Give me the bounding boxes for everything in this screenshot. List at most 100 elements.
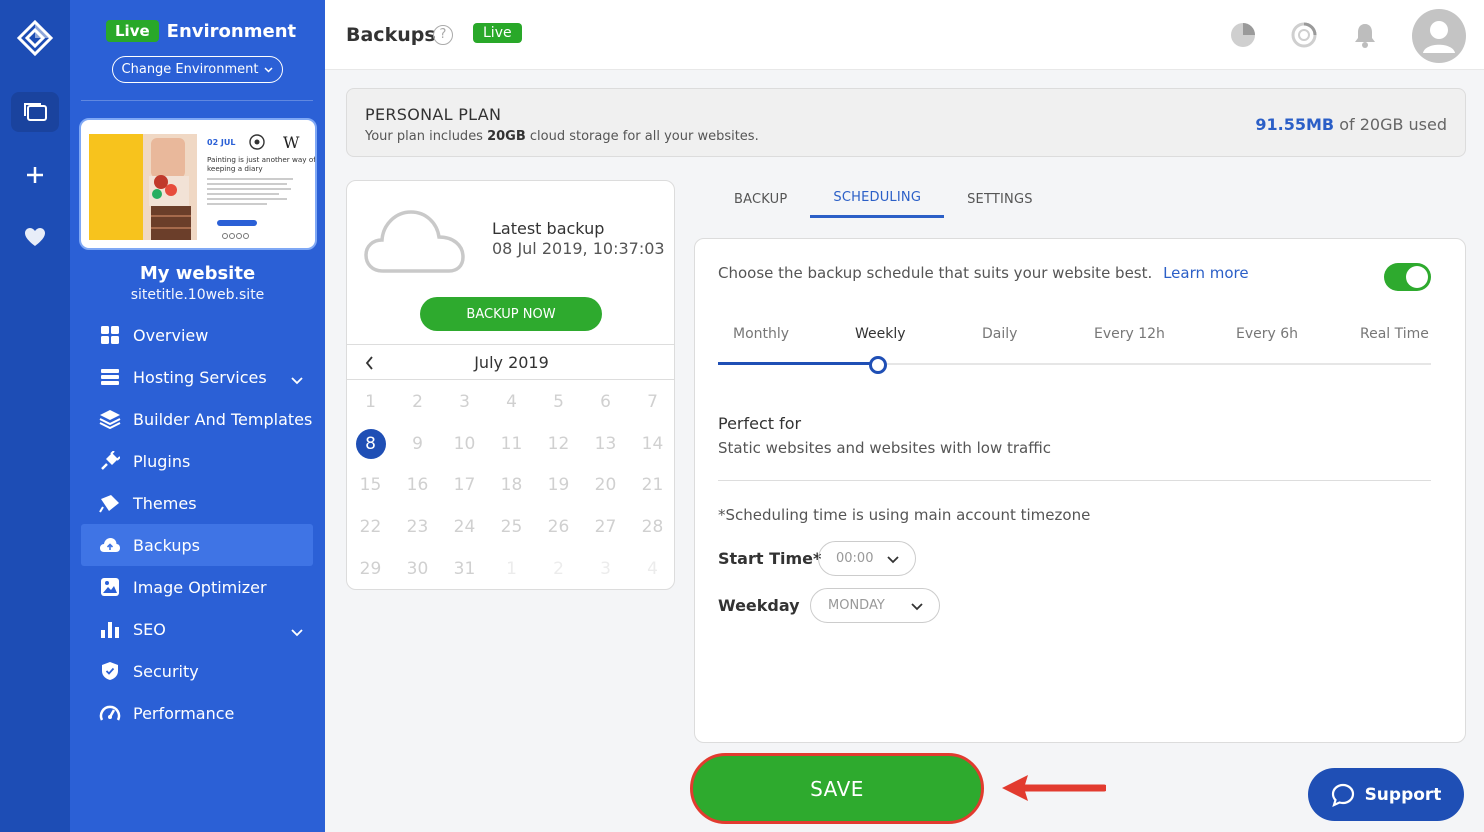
add-website-icon[interactable] (11, 155, 59, 195)
chevron-down-icon (291, 370, 303, 389)
storage-used: 91.55MB of 20GB used (1255, 115, 1447, 134)
annotation-arrow-icon (1002, 775, 1106, 801)
sidebar-item-backups[interactable]: Backups (81, 524, 313, 566)
sidebar-item-label: Overview (133, 325, 209, 345)
calendar-day[interactable]: 3 (441, 392, 488, 412)
sidebar-item-security[interactable]: Security (81, 650, 313, 692)
start-time-select[interactable]: 00:00 (818, 541, 916, 576)
calendar-day[interactable]: 25 (488, 517, 535, 537)
calendar-day[interactable]: 14 (629, 434, 674, 454)
frequency-daily[interactable]: Daily (982, 326, 1017, 342)
start-time-value: 00:00 (836, 551, 874, 566)
sidebar-item-hosting-services[interactable]: Hosting Services (81, 356, 313, 398)
support-button[interactable]: Support (1308, 768, 1464, 821)
sidebar-item-image-optimizer[interactable]: Image Optimizer (81, 566, 313, 608)
calendar-day[interactable]: 19 (535, 475, 582, 495)
scheduling-description-text: Choose the backup schedule that suits yo… (718, 264, 1153, 282)
plug-icon (99, 450, 121, 472)
chevron-down-icon (911, 600, 923, 615)
plan-title: PERSONAL PLAN (365, 105, 502, 124)
gauge-icon (99, 702, 121, 724)
change-environment-button[interactable]: Change Environment (112, 56, 283, 83)
calendar-day[interactable]: 21 (629, 475, 674, 495)
calendar-day[interactable]: 24 (441, 517, 488, 537)
calendar-day[interactable]: 17 (441, 475, 488, 495)
website-thumbnail[interactable]: 02 JUL W Painting is just another way of… (79, 118, 317, 250)
calendar-day[interactable]: 1 (347, 392, 394, 412)
calendar-day[interactable]: 6 (582, 392, 629, 412)
tab-scheduling[interactable]: SCHEDULING (810, 180, 945, 218)
page-title: Backups (346, 24, 436, 46)
sidebar-item-plugins[interactable]: Plugins (81, 440, 313, 482)
tab-settings[interactable]: SETTINGS (944, 180, 1056, 218)
calendar-day[interactable]: 20 (582, 475, 629, 495)
layers-icon (99, 408, 121, 430)
tab-backup[interactable]: BACKUP (711, 180, 810, 218)
calendar-day[interactable]: 5 (535, 392, 582, 412)
sidebar-item-label: Performance (133, 703, 235, 723)
calendar-day[interactable]: 15 (347, 475, 394, 495)
help-icon[interactable]: ? (433, 25, 453, 45)
backup-now-button[interactable]: BACKUP NOW (420, 297, 602, 331)
backup-calendar-card: Latest backup 08 Jul 2019, 10:37:03 BACK… (346, 180, 675, 590)
progress-spinner-icon[interactable] (1289, 20, 1319, 50)
app-rail (0, 0, 70, 832)
calendar-day[interactable]: 26 (535, 517, 582, 537)
calendar-day[interactable]: 13 (582, 434, 629, 454)
calendar-day[interactable]: 31 (441, 559, 488, 579)
calendar-header: July 2019 (347, 344, 674, 380)
top-bar: Backups ? Live (325, 0, 1484, 70)
calendar-day[interactable]: 12 (535, 434, 582, 454)
usage-pie-icon[interactable] (1228, 20, 1258, 50)
learn-more-link[interactable]: Learn more (1163, 264, 1249, 282)
calendar-day[interactable]: 27 (582, 517, 629, 537)
chevron-down-icon (887, 553, 899, 568)
frequency-real-time[interactable]: Real Time (1360, 326, 1429, 342)
favorites-heart-icon[interactable] (11, 217, 59, 257)
calendar-day[interactable]: 16 (394, 475, 441, 495)
sidebar-item-seo[interactable]: SEO (81, 608, 313, 650)
websites-icon[interactable] (11, 92, 59, 132)
calendar-day[interactable]: 2 (394, 392, 441, 412)
change-environment-label: Change Environment (121, 62, 259, 77)
scheduling-toggle[interactable] (1384, 263, 1431, 291)
sidebar-item-performance[interactable]: Performance (81, 692, 313, 734)
tenweb-logo-icon[interactable] (14, 18, 56, 60)
thumb-date: 02 JUL (207, 138, 236, 147)
calendar-day[interactable]: 29 (347, 559, 394, 579)
calendar-day[interactable]: 7 (629, 392, 674, 412)
calendar-day-selected[interactable]: 8 (347, 428, 394, 459)
calendar-day[interactable]: 22 (347, 517, 394, 537)
calendar-day[interactable]: 28 (629, 517, 674, 537)
shield-icon (99, 660, 121, 682)
thumb-headline-2: keeping a diary (207, 164, 263, 173)
storage-used-suffix: of 20GB used (1334, 115, 1447, 134)
save-button[interactable]: SAVE (690, 753, 984, 824)
notifications-bell-icon[interactable] (1350, 20, 1380, 50)
weekday-select[interactable]: MONDAY (810, 588, 940, 623)
calendar-day[interactable]: 11 (488, 434, 535, 454)
sidebar-nav: Overview Hosting Services Builder And Te… (81, 314, 313, 734)
sidebar-item-builder-templates[interactable]: Builder And Templates (81, 398, 313, 440)
frequency-weekly[interactable]: Weekly (855, 326, 906, 342)
site-url[interactable]: sitetitle.10web.site (70, 287, 325, 303)
calendar-day[interactable]: 10 (441, 434, 488, 454)
frequency-monthly[interactable]: Monthly (733, 326, 789, 342)
calendar-day[interactable]: 4 (488, 392, 535, 412)
sidebar: Live Environment Change Environment 02 J… (70, 0, 325, 832)
sidebar-item-label: Image Optimizer (133, 577, 267, 597)
calendar-day-next-month: 1 (506, 559, 517, 580)
sidebar-item-overview[interactable]: Overview (81, 314, 313, 356)
calendar-day[interactable]: 18 (488, 475, 535, 495)
frequency-every-12h[interactable]: Every 12h (1094, 326, 1165, 342)
calendar-day[interactable]: 23 (394, 517, 441, 537)
user-avatar[interactable] (1412, 9, 1466, 63)
sidebar-item-themes[interactable]: Themes (81, 482, 313, 524)
chevron-down-icon (264, 66, 273, 73)
calendar-day[interactable]: 9 (394, 434, 441, 454)
frequency-every-6h[interactable]: Every 6h (1236, 326, 1298, 342)
calendar-day-next-month: 4 (647, 559, 658, 580)
cloud-icon (99, 534, 121, 556)
calendar-day[interactable]: 30 (394, 559, 441, 579)
frequency-slider-handle[interactable] (869, 356, 887, 374)
